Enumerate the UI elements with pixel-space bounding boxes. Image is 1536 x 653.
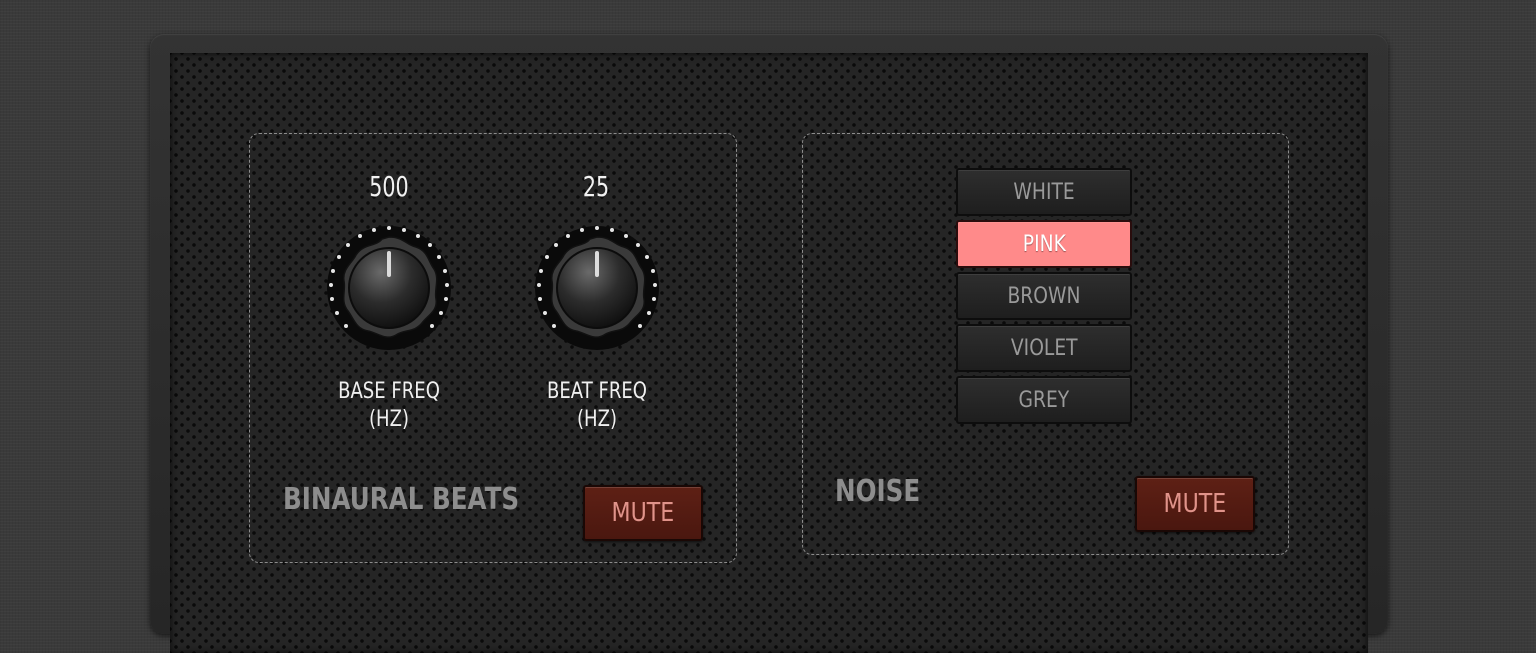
noise-option-label: BROWN (1007, 283, 1081, 309)
noise-option-label: PINK (1022, 231, 1066, 257)
noise-mute-button[interactable]: MUTE (1135, 476, 1255, 532)
base-freq-label-line1: BASE FREQ (338, 379, 440, 404)
beat-freq-label-line2: (HZ) (576, 407, 618, 432)
noise-option-label: GREY (1018, 387, 1070, 413)
beat-freq-knob[interactable] (532, 223, 662, 353)
base-freq-label: BASE FREQ (HZ) (323, 378, 454, 434)
binaural-mute-button[interactable]: MUTE (583, 485, 703, 541)
base-freq-label-line2: (HZ) (368, 407, 410, 432)
base-freq-knob[interactable] (324, 223, 454, 353)
beat-freq-value: 25 (582, 170, 610, 203)
noise-option-label: VIOLET (1010, 335, 1078, 361)
beat-freq-label-line1: BEAT FREQ (547, 379, 647, 404)
beat-freq-label: BEAT FREQ (HZ) (531, 378, 662, 434)
binaural-beats-title: BINAURAL BEATS (283, 482, 520, 517)
noise-option-violet[interactable]: VIOLET (956, 324, 1132, 372)
noise-mute-label: MUTE (1163, 489, 1227, 519)
noise-option-label: WHITE (1013, 179, 1075, 205)
noise-option-white[interactable]: WHITE (956, 168, 1132, 216)
binaural-mute-label: MUTE (611, 498, 675, 528)
rotary-knob-icon (535, 226, 659, 350)
noise-option-grey[interactable]: GREY (956, 376, 1132, 424)
base-freq-value: 500 (369, 170, 409, 203)
noise-option-brown[interactable]: BROWN (956, 272, 1132, 320)
noise-title: NOISE (835, 474, 921, 509)
noise-option-pink[interactable]: PINK (956, 220, 1132, 268)
rotary-knob-icon (327, 226, 451, 350)
